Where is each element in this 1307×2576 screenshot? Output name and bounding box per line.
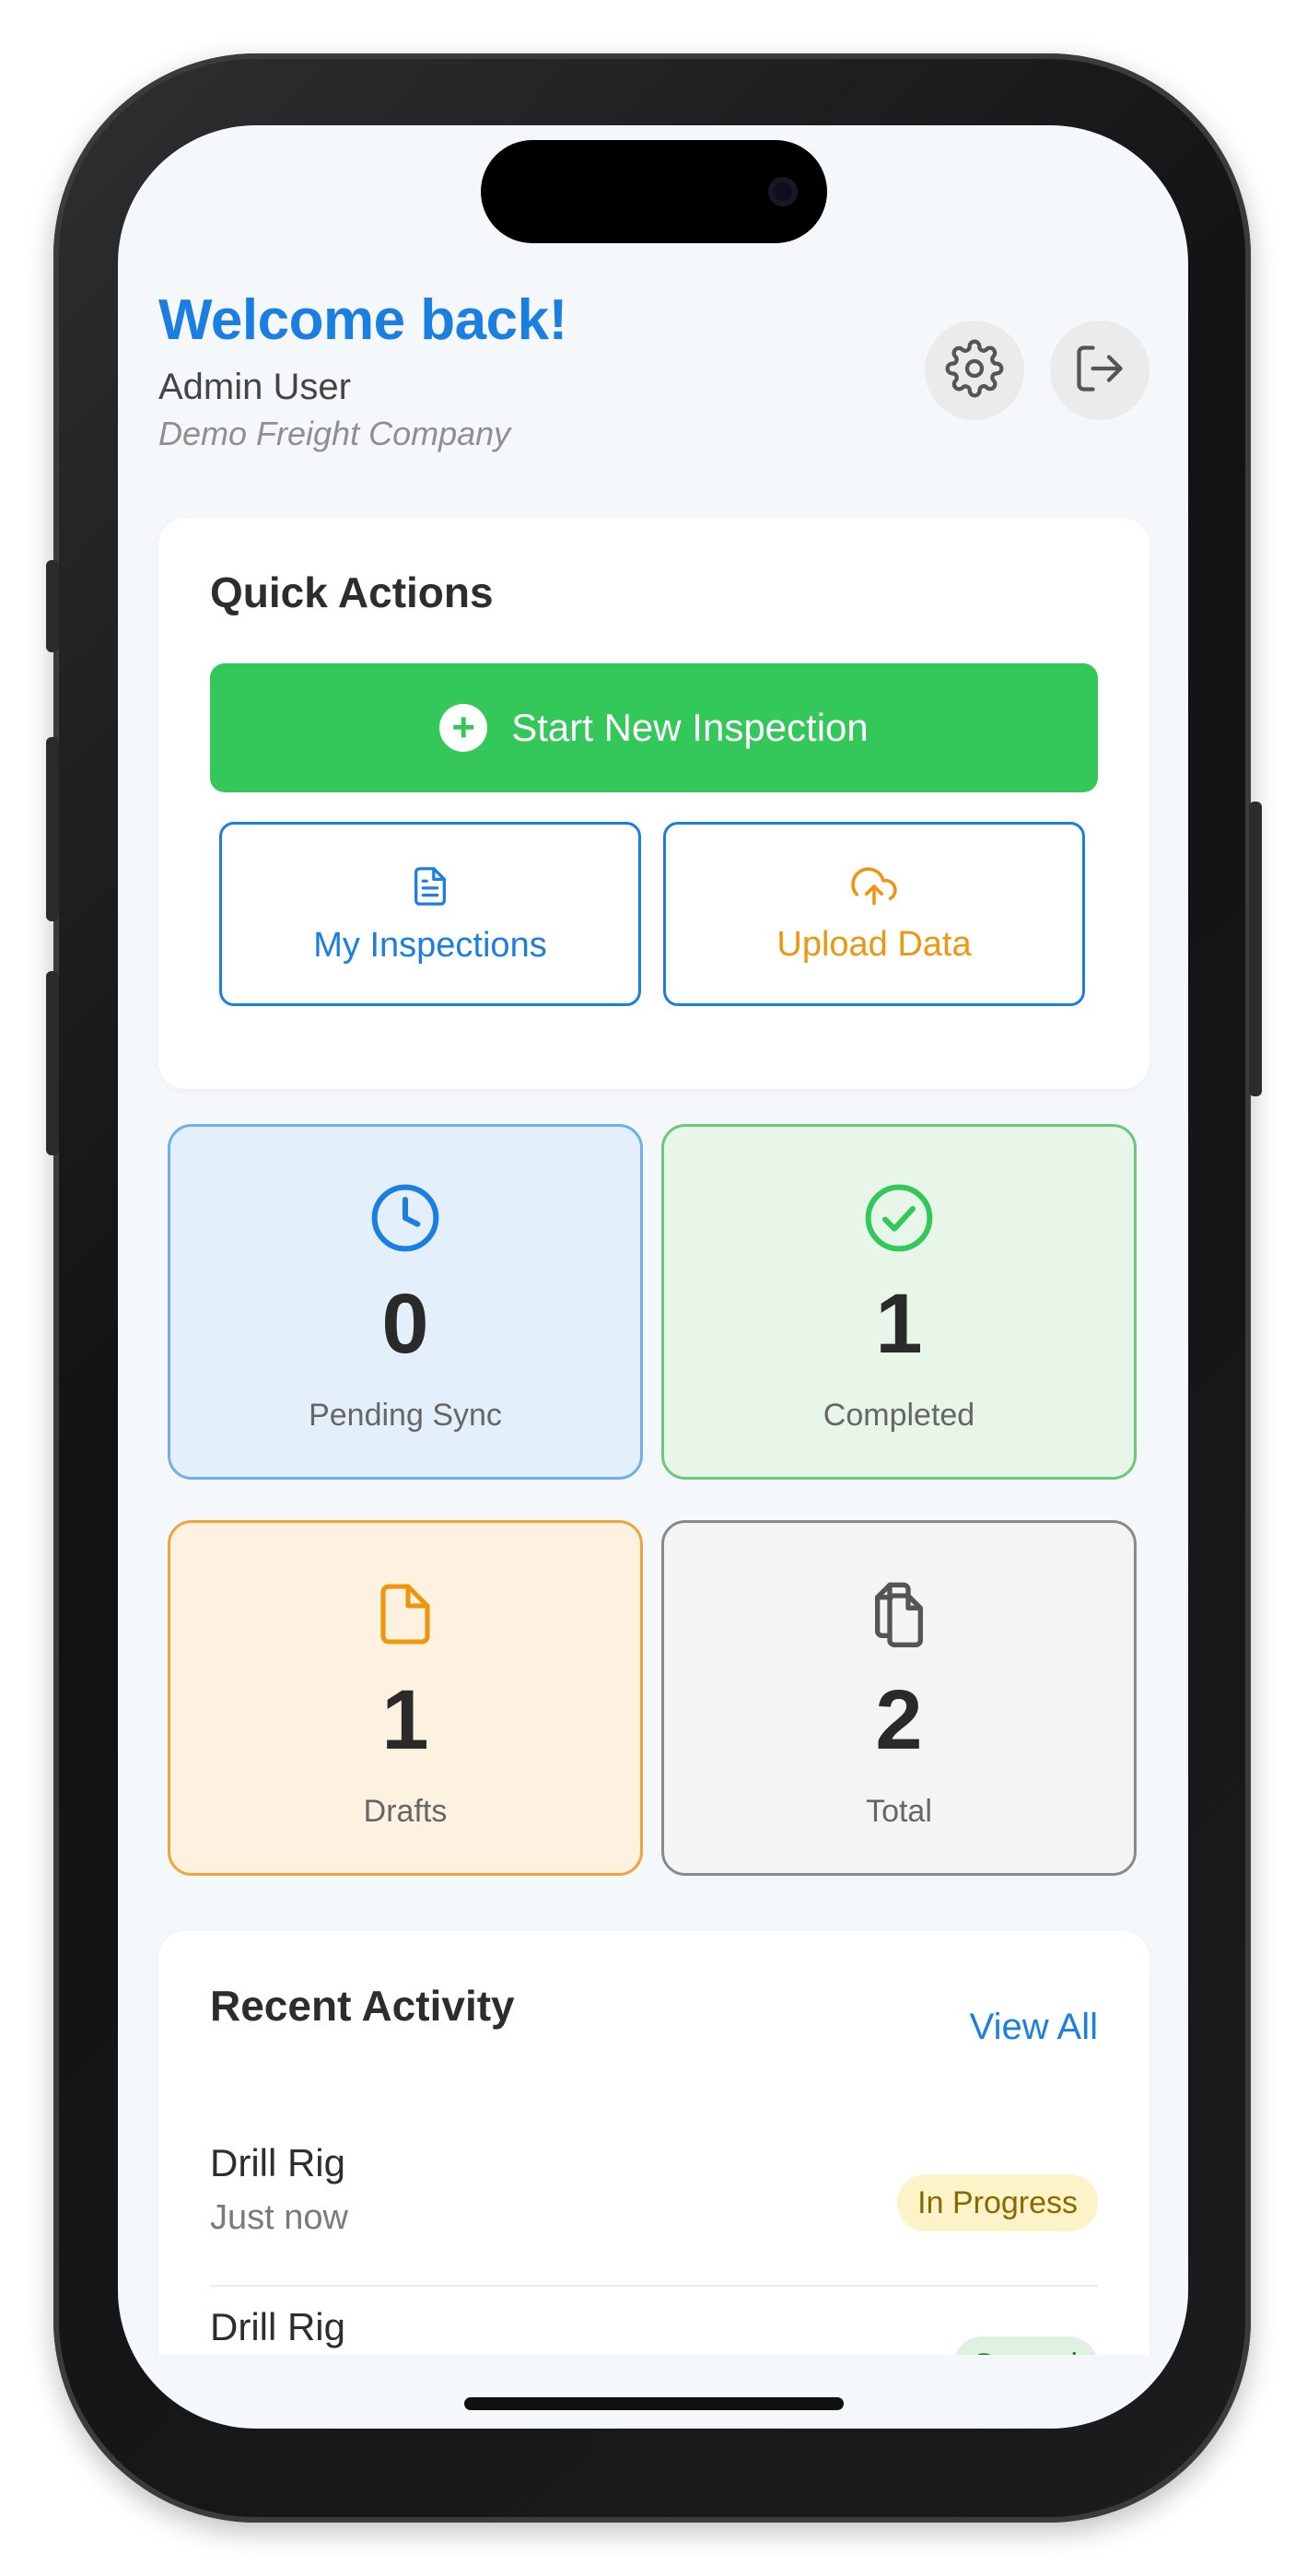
dynamic-island <box>481 140 827 243</box>
drafts-count: 1 <box>381 1673 429 1767</box>
total-count: 2 <box>875 1673 923 1767</box>
start-new-inspection-button[interactable]: + Start New Inspection <box>210 663 1098 792</box>
pending-sync-count: 0 <box>381 1277 429 1371</box>
user-name: Admin User <box>158 367 351 407</box>
my-inspections-label: My Inspections <box>313 926 547 965</box>
pending-sync-label: Pending Sync <box>309 1398 502 1433</box>
completed-label: Completed <box>823 1398 975 1433</box>
stat-total[interactable]: 2 Total <box>661 1520 1137 1876</box>
view-all-link[interactable]: View All <box>970 2007 1098 2048</box>
clock-icon <box>368 1180 442 1256</box>
gear-icon <box>945 339 1004 403</box>
welcome-heading: Welcome back! <box>158 288 567 352</box>
recent-activity-title: Recent Activity <box>210 1982 515 2030</box>
activity-title: Drill Rig <box>210 2305 345 2348</box>
app-screen: Welcome back! Admin User Demo Freight Co… <box>118 125 1188 2429</box>
completed-count: 1 <box>875 1277 923 1371</box>
dashboard-content: Welcome back! Admin User Demo Freight Co… <box>118 125 1188 2355</box>
status-badge: Synced <box>952 2336 1098 2355</box>
activity-divider <box>210 2285 1098 2287</box>
settings-button[interactable] <box>925 321 1024 420</box>
logout-button[interactable] <box>1050 321 1149 420</box>
side-button-volume-down <box>46 971 59 1155</box>
check-circle-icon <box>862 1180 936 1256</box>
status-badge: In Progress <box>897 2174 1098 2231</box>
drafts-label: Drafts <box>363 1794 448 1829</box>
activity-title: Drill Rig <box>210 2141 345 2184</box>
side-button-power <box>1249 802 1262 1096</box>
company-name: Demo Freight Company <box>158 415 511 452</box>
stat-pending-sync[interactable]: 0 Pending Sync <box>168 1124 643 1480</box>
quick-actions-card: Quick Actions + Start New Inspection My … <box>158 518 1149 1089</box>
cloud-upload-icon <box>848 863 900 914</box>
side-button-action <box>46 560 59 652</box>
camera-icon <box>768 177 798 206</box>
total-label: Total <box>866 1794 932 1829</box>
upload-data-button[interactable]: Upload Data <box>663 822 1085 1006</box>
home-indicator[interactable] <box>464 2397 844 2410</box>
documents-icon <box>862 1576 936 1652</box>
activity-time: Just now <box>210 2198 348 2237</box>
start-new-inspection-label: Start New Inspection <box>511 706 869 749</box>
stat-drafts[interactable]: 1 Drafts <box>168 1520 643 1876</box>
recent-activity-card: Recent Activity View All Drill Rig Just … <box>158 1931 1149 2355</box>
file-icon <box>372 1576 438 1652</box>
upload-data-label: Upload Data <box>776 925 972 964</box>
plus-circle-icon: + <box>439 704 488 752</box>
side-button-volume-up <box>46 737 59 921</box>
document-icon <box>409 862 451 915</box>
my-inspections-button[interactable]: My Inspections <box>219 822 641 1006</box>
quick-actions-title: Quick Actions <box>210 568 494 616</box>
stat-completed[interactable]: 1 Completed <box>661 1124 1137 1480</box>
logout-icon <box>1072 341 1127 401</box>
